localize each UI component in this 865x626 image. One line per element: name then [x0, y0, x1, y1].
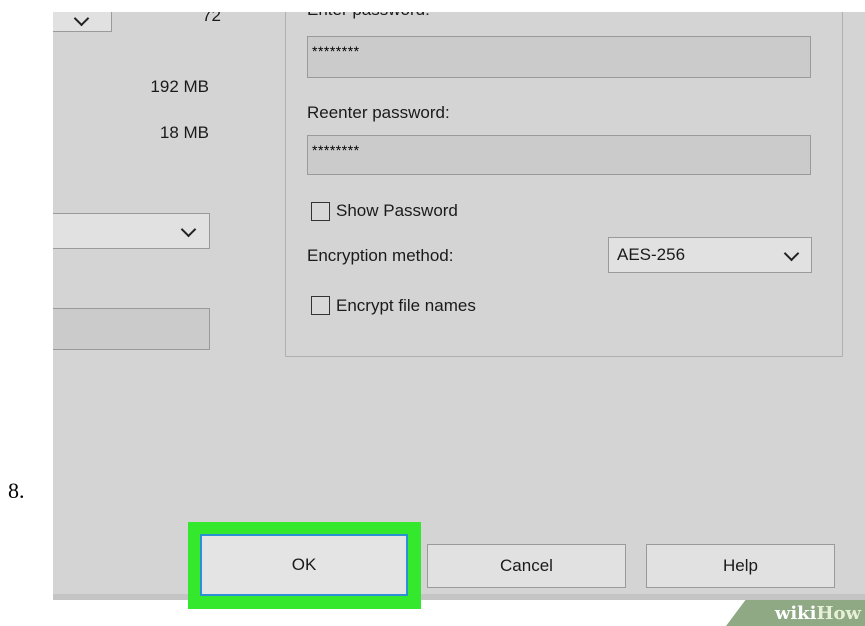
encryption-method-label: Encryption method:: [307, 246, 454, 265]
chevron-down-icon: [73, 12, 90, 27]
left-text-field[interactable]: [53, 308, 210, 350]
left-dropdown[interactable]: [53, 213, 210, 249]
show-password-checkbox[interactable]: [311, 202, 330, 221]
chevron-down-icon: [180, 221, 197, 238]
wikihow-watermark: wiki How: [726, 600, 865, 626]
dialog-bottom-edge: [53, 594, 865, 600]
reenter-password-label: Reenter password:: [307, 103, 450, 122]
size-value: 192 MB: [150, 77, 209, 96]
partial-value: 72: [202, 12, 221, 25]
enter-password-field[interactable]: ********: [307, 36, 811, 78]
show-password-label[interactable]: Show Password: [336, 201, 458, 221]
encryption-method-select[interactable]: AES-256: [608, 237, 812, 273]
archive-dialog: 72 192 MB 18 MB Enter password: ********…: [53, 12, 865, 600]
step-number: 8.: [8, 478, 25, 503]
top-dropdown[interactable]: [53, 12, 112, 32]
cancel-button[interactable]: Cancel: [427, 544, 626, 588]
watermark-wiki: wiki: [774, 602, 817, 624]
encrypt-file-names-checkbox[interactable]: [311, 296, 330, 315]
watermark-how: How: [816, 602, 861, 624]
chevron-down-icon: [783, 245, 800, 262]
ok-button[interactable]: OK: [200, 534, 408, 596]
enter-password-label: Enter password:: [307, 12, 430, 20]
reenter-password-field[interactable]: ********: [307, 135, 811, 175]
help-button[interactable]: Help: [646, 544, 835, 588]
encrypt-file-names-label[interactable]: Encrypt file names: [336, 296, 476, 316]
encryption-method-value: AES-256: [617, 245, 686, 264]
size-value: 18 MB: [159, 123, 209, 142]
